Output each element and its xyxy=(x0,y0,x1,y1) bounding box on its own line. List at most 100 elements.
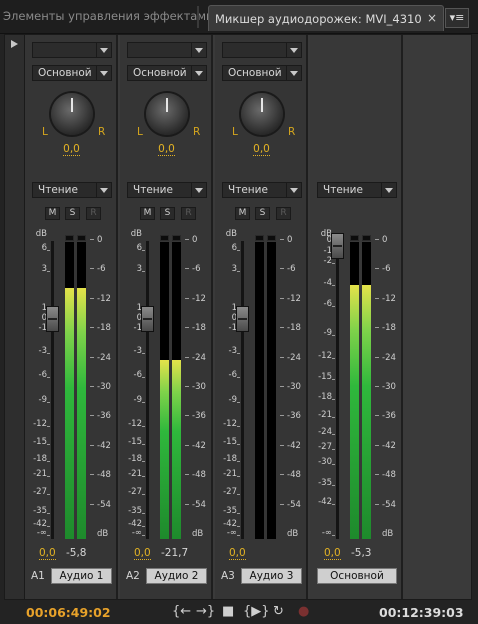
output-select[interactable]: Основной xyxy=(127,65,207,81)
automation-mode-select[interactable]: Чтение xyxy=(32,182,112,198)
output-select[interactable]: Основной xyxy=(32,65,112,81)
meter-tick xyxy=(90,297,94,299)
input-select[interactable] xyxy=(127,42,207,58)
volume-fader-handle[interactable] xyxy=(331,233,344,259)
fader-tick xyxy=(237,535,240,537)
fader-tick xyxy=(332,416,335,418)
fader-tick xyxy=(47,535,50,537)
fader-tick-label: 3 xyxy=(41,263,47,274)
clip-indicator[interactable] xyxy=(77,235,86,241)
fader-tick-label: -6 xyxy=(133,370,142,381)
tab-audio-track-mixer[interactable]: Микшер аудиодорожек: MVI_4310 × xyxy=(208,5,444,31)
fader-tick-label: 3 xyxy=(136,263,142,274)
fader-tick-label: -21 xyxy=(223,469,237,480)
play-in-to-out-button[interactable]: {▶} xyxy=(243,604,270,619)
track-name[interactable]: Аудио 3 xyxy=(241,568,302,584)
level-meter xyxy=(160,242,169,539)
input-select[interactable] xyxy=(222,42,302,58)
meter-tick-label: -36 xyxy=(382,411,396,422)
master-strip: Чтение dB 0 -1 -2 -4 -6 -9 -12 -15 -18 -21 -24 -27 -30… xyxy=(310,35,403,599)
panel-menu-icon[interactable]: ▾≡ xyxy=(445,8,469,28)
go-to-in-button[interactable]: {← xyxy=(172,604,191,619)
meter-tick-label: dB xyxy=(287,529,299,539)
fader-tick-label: -12 xyxy=(128,419,142,429)
solo-button[interactable]: S xyxy=(255,207,270,220)
volume-value[interactable]: 0,0 xyxy=(39,547,56,560)
current-timecode[interactable]: 00:06:49:02 xyxy=(26,605,111,620)
volume-value[interactable]: 0,0 xyxy=(324,547,341,560)
record-arm-button[interactable]: R xyxy=(276,207,291,220)
fader-tick xyxy=(142,353,145,355)
fader-tick-label: -∞ xyxy=(131,528,142,539)
pan-value[interactable]: 0,0 xyxy=(120,143,213,156)
clip-indicator[interactable] xyxy=(362,235,371,241)
fader-tick-label: -18 xyxy=(128,453,142,464)
record-button[interactable]: ● xyxy=(298,604,309,619)
record-arm-button[interactable]: R xyxy=(86,207,101,220)
fader-tick xyxy=(47,512,50,514)
output-select[interactable]: Основной xyxy=(222,65,302,81)
volume-value[interactable]: 0,0 xyxy=(134,547,151,560)
fader-tick-label: -35 xyxy=(128,505,142,516)
close-icon[interactable]: × xyxy=(427,11,437,25)
fader-tick xyxy=(237,460,240,462)
volume-fader-handle[interactable] xyxy=(46,305,59,332)
fader-tick xyxy=(47,270,50,272)
transport-bar: 00:06:49:02 {← →} ■ {▶} ↻ ● 00:12:39:03 xyxy=(0,600,478,624)
go-to-out-button[interactable]: →} xyxy=(196,604,215,619)
output-select-label: Основной xyxy=(38,67,92,79)
fader-tick xyxy=(237,526,240,528)
level-meter-fill xyxy=(77,288,86,539)
mute-button[interactable]: M xyxy=(45,207,60,220)
meter-tick xyxy=(280,268,284,270)
stop-button[interactable]: ■ xyxy=(222,604,234,619)
automation-mode-select[interactable]: Чтение xyxy=(222,182,302,198)
fader-tick-label: -21 xyxy=(33,469,47,480)
track-name[interactable]: Аудио 1 xyxy=(51,568,112,584)
tab-effect-controls[interactable]: Элементы управления эффектами xyxy=(3,9,214,23)
meter-tick xyxy=(90,386,94,387)
pan-knob[interactable] xyxy=(241,93,283,135)
clip-indicator[interactable] xyxy=(160,235,169,241)
clip-indicator[interactable] xyxy=(65,235,74,241)
fader-tick xyxy=(142,476,145,478)
fader-tick xyxy=(237,512,240,514)
pan-knob[interactable] xyxy=(146,93,188,135)
solo-button[interactable]: S xyxy=(160,207,175,220)
meter-tick-label: -36 xyxy=(97,411,111,422)
chevron-down-icon xyxy=(286,183,301,197)
solo-button[interactable]: S xyxy=(65,207,80,220)
clip-indicator[interactable] xyxy=(172,235,181,241)
mute-button[interactable]: M xyxy=(235,207,250,220)
volume-value[interactable]: 0,0 xyxy=(229,547,246,560)
fader-tick-label: -35 xyxy=(318,478,332,489)
meter-tick-label: -18 xyxy=(192,323,206,334)
automation-mode-select[interactable]: Чтение xyxy=(317,182,397,198)
record-arm-button[interactable]: R xyxy=(181,207,196,220)
automation-mode-label: Чтение xyxy=(323,184,363,196)
input-select[interactable] xyxy=(32,42,112,58)
automation-mode-select[interactable]: Чтение xyxy=(127,182,207,198)
track-name[interactable]: Аудио 2 xyxy=(146,568,207,584)
fader-tick-label: -∞ xyxy=(226,528,237,539)
clip-indicator[interactable] xyxy=(255,235,264,241)
chevron-down-icon xyxy=(191,66,206,80)
pan-value[interactable]: 0,0 xyxy=(215,143,308,156)
clip-indicator[interactable] xyxy=(350,235,359,241)
meter-tick-label: -12 xyxy=(382,293,396,304)
fader-tick xyxy=(47,460,50,462)
master-track-name[interactable]: Основной xyxy=(317,568,397,584)
pan-value[interactable]: 0,0 xyxy=(25,143,118,156)
loop-button[interactable]: ↻ xyxy=(273,604,284,619)
fader-scale: dB 0 -1 -2 -4 -6 -9 -12 -15 -18 -21 -24 -27 -30 -35 -42… xyxy=(310,229,332,543)
automation-mode-label: Чтение xyxy=(228,184,268,196)
volume-fader-handle[interactable] xyxy=(236,305,249,332)
volume-fader-handle[interactable] xyxy=(141,305,154,332)
automation-mode-label: Чтение xyxy=(133,184,173,196)
mute-button[interactable]: M xyxy=(140,207,155,220)
clip-indicator[interactable] xyxy=(267,235,276,241)
fader-tick xyxy=(237,444,240,446)
expand-effects-icon[interactable] xyxy=(11,40,18,48)
pan-knob[interactable] xyxy=(51,93,93,135)
meter-tick xyxy=(185,444,189,446)
